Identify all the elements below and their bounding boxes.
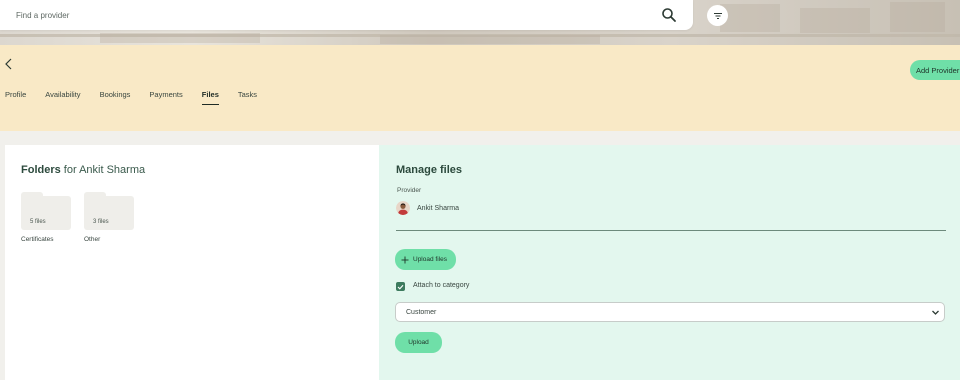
folder-name: Certificates — [21, 236, 54, 243]
provider-label: Provider — [397, 187, 422, 194]
check-icon — [397, 284, 404, 290]
search-bar — [0, 0, 693, 30]
provider-name: Ankit Sharma — [417, 204, 460, 212]
provider-header: Add Provider Profile Availability Bookin… — [0, 45, 960, 131]
category-select[interactable]: Customer — [395, 302, 945, 322]
manage-files-title: Manage files — [396, 164, 463, 176]
tab-availability[interactable]: Availability — [45, 90, 80, 105]
filter-button[interactable] — [707, 5, 728, 26]
search-icon[interactable] — [661, 7, 677, 23]
avatar — [396, 201, 410, 215]
search-input[interactable] — [16, 10, 636, 20]
attach-category-checkbox[interactable] — [396, 282, 405, 291]
folders-panel: Folders for Ankit Sharma 5 files Certifi… — [5, 145, 379, 380]
tab-payments[interactable]: Payments — [149, 90, 182, 105]
folder-other[interactable]: 3 files Other — [84, 192, 134, 243]
provider-field-divider — [396, 230, 946, 231]
upload-files-button[interactable]: Upload files — [395, 249, 456, 270]
provider-field[interactable]: Ankit Sharma — [396, 201, 459, 215]
back-chevron-icon[interactable] — [4, 58, 14, 70]
plus-icon — [401, 256, 409, 263]
category-select-value: Customer — [406, 308, 437, 316]
folder-name: Other — [84, 236, 101, 243]
folders-title-bold: Folders — [21, 164, 61, 176]
banner-background — [380, 35, 600, 44]
folders-title: Folders for Ankit Sharma — [21, 164, 145, 176]
tab-profile[interactable]: Profile — [5, 90, 26, 105]
attach-category-label: Attach to category — [413, 282, 470, 289]
folders-title-owner: for Ankit Sharma — [63, 164, 146, 176]
tab-tasks[interactable]: Tasks — [238, 90, 257, 105]
upload-files-label: Upload files — [413, 256, 447, 263]
provider-tabs: Profile Availability Bookings Payments F… — [5, 90, 276, 105]
tab-bookings[interactable]: Bookings — [100, 90, 131, 105]
chevron-down-icon — [932, 310, 939, 315]
add-provider-button[interactable]: Add Provider — [910, 60, 960, 80]
banner-background — [100, 33, 260, 43]
upload-button[interactable]: Upload — [395, 332, 442, 353]
manage-files-panel: Manage files Provider Ankit Sharma Uploa… — [379, 145, 960, 380]
filter-icon — [713, 12, 722, 19]
folder-file-count: 3 files — [93, 219, 109, 225]
banner-background — [890, 2, 945, 32]
folder-file-count: 5 files — [30, 219, 46, 225]
folder-certificates[interactable]: 5 files Certificates — [21, 192, 71, 243]
banner-background — [720, 4, 780, 32]
banner-background — [800, 8, 870, 33]
tab-files[interactable]: Files — [201, 90, 219, 105]
folder-icon: 3 files — [84, 192, 134, 230]
folder-icon: 5 files — [21, 192, 71, 230]
